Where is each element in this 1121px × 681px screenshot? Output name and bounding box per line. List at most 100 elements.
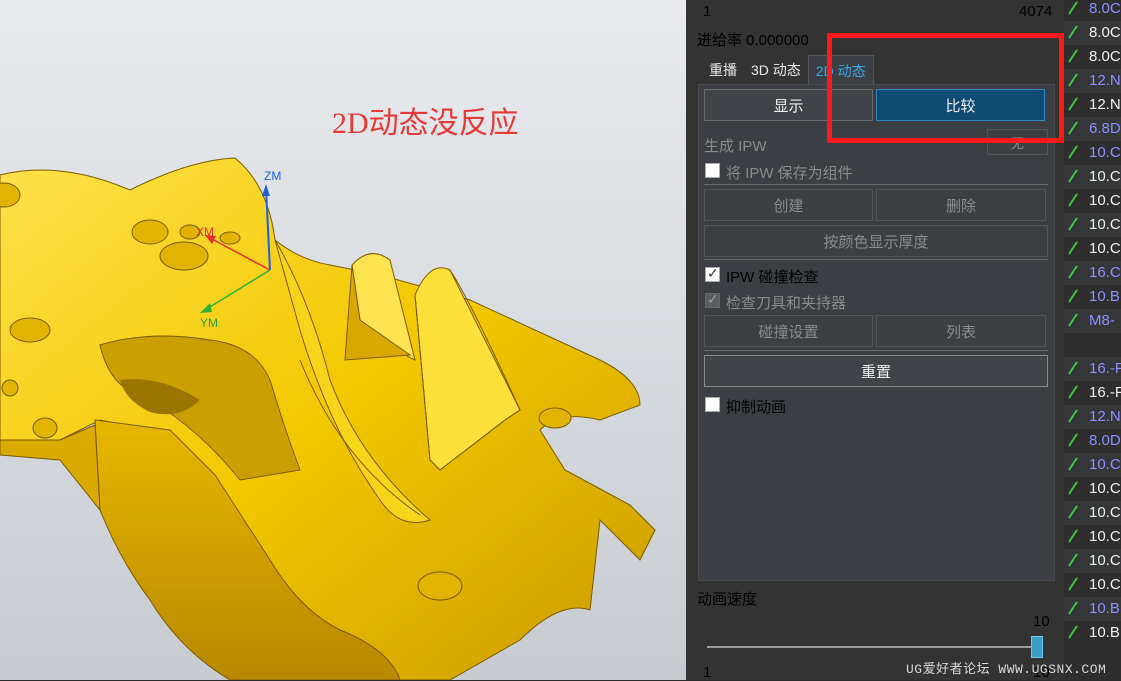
save-ipw-component-label: 将 IPW 保存为组件 [726,165,853,182]
list-item-label: 10.C [1089,240,1121,257]
slider-min-value: 1 [703,664,712,681]
check-icon [1068,481,1078,495]
list-item[interactable]: 10.C [1064,549,1121,573]
highlight-box [827,33,1064,143]
list-item[interactable]: 10.C [1064,525,1121,549]
list-item[interactable]: 10.B [1064,285,1121,309]
list-item[interactable]: 10.B [1064,621,1121,645]
list-item-label: 10.C [1089,456,1121,473]
zm-axis-label: ZM [264,169,282,183]
reset-button[interactable]: 重置 [704,355,1048,387]
list-item-label: M8- [1089,312,1115,329]
list-item-label: 12.N [1089,408,1121,425]
check-tool-holder-checkbox[interactable] [705,291,720,308]
list-item-label: 10.B [1089,600,1120,617]
tab-replay[interactable]: 重播 [702,55,744,85]
list-item[interactable]: 10.C [1064,453,1121,477]
list-item-label: 12.N [1089,96,1121,113]
thickness-by-color-button[interactable]: 按颜色显示厚度 [704,225,1048,257]
list-item[interactable]: 12.N [1064,69,1121,93]
check-icon [1068,505,1078,519]
check-icon [1068,169,1078,183]
check-icon [1068,193,1078,207]
operation-list[interactable]: 8.0C 8.0C 8.0C 12.N 12.N 6.8D 10.C 10.C 10.C 10.C… [1064,0,1121,680]
check-icon [1068,25,1078,39]
suppress-animation-checkbox[interactable] [705,397,720,412]
step-end-value: 4074 [1019,3,1053,20]
xm-axis-label: XM [196,225,214,239]
ym-axis-label: YM [200,316,218,330]
list-item[interactable]: 10.C [1064,501,1121,525]
separator [704,259,1048,260]
check-icon [1068,553,1078,567]
speed-slider-thumb[interactable] [1031,636,1043,658]
check-icon [1068,361,1078,375]
list-item[interactable]: 10.C [1064,189,1121,213]
list-item[interactable]: 10.C [1064,237,1121,261]
ipw-collision-check-label: IPW 碰撞检查 [726,269,819,286]
check-icon [1068,217,1078,231]
check-icon [1068,145,1078,159]
check-icon [1068,49,1078,63]
list-item-label: 10.C [1089,216,1121,233]
generate-ipw-label: 生成 IPW [704,138,767,155]
list-item-label: 6.8D [1089,120,1121,137]
check-icon [1068,433,1078,447]
speed-slider-track[interactable] [707,646,1037,648]
list-item[interactable]: 10.C [1064,573,1121,597]
list-item-label: 10.C [1089,480,1121,497]
list-item-label: 10.C [1089,168,1121,185]
list-item-label: 8.0C [1089,24,1121,41]
list-item[interactable]: 8.0C [1064,45,1121,69]
check-icon [1068,121,1078,135]
list-item-label: 10.C [1089,552,1121,569]
list-item[interactable]: 12.N [1064,93,1121,117]
check-icon [1068,601,1078,615]
list-item-label: 10.C [1089,504,1121,521]
list-item[interactable]: 10.C [1064,477,1121,501]
list-item[interactable]: 12.N [1064,405,1121,429]
list-item[interactable]: 10.C [1064,213,1121,237]
watermark-text: UG爱好者论坛 WWW.UGSNX.COM [906,662,1107,677]
list-item-label: 10.C [1089,192,1121,209]
list-item[interactable] [1064,333,1121,357]
list-item[interactable]: 8.0C [1064,21,1121,45]
list-item[interactable]: 10.B [1064,597,1121,621]
list-item[interactable]: 16.-F [1064,357,1121,381]
ipw-collision-check-checkbox[interactable] [705,265,720,282]
delete-button[interactable]: 删除 [876,189,1046,221]
list-item[interactable]: 10.C [1064,165,1121,189]
annotation-text: 2D动态没反应 [332,107,519,140]
list-item[interactable]: 16.-F [1064,381,1121,405]
check-icon [1068,577,1078,591]
graphics-viewport[interactable]: ZM XM YM 2D动态没反应 [0,0,686,680]
check-icon [1068,625,1078,639]
separator [704,184,1048,185]
check-icon [1068,385,1078,399]
check-icon [1068,97,1078,111]
collision-settings-button[interactable]: 碰撞设置 [704,315,873,347]
create-button[interactable]: 创建 [704,189,873,221]
check-icon [1068,409,1078,423]
list-item-label: 8.0C [1089,48,1121,65]
list-item[interactable]: 8.0C [1064,0,1121,21]
list-item[interactable]: 8.0D [1064,429,1121,453]
list-item[interactable]: 16.C [1064,261,1121,285]
check-icon [1068,289,1078,303]
check-tool-holder-label: 检查刀具和夹持器 [726,295,847,312]
list-item[interactable]: M8- [1064,309,1121,333]
save-ipw-component-checkbox[interactable] [705,163,720,178]
check-icon [1068,265,1078,279]
list-item[interactable]: 10.C [1064,141,1121,165]
feed-rate-text: 进给率 0.000000 [697,32,809,49]
check-icon [1068,529,1078,543]
check-icon [1068,457,1078,471]
list-item-label: 8.0D [1089,432,1121,449]
list-item-label: 12.N [1089,72,1121,89]
list-item[interactable]: 6.8D [1064,117,1121,141]
check-icon [1068,313,1078,327]
list-item-label: 10.C [1089,144,1121,161]
list-item-label: 16.C [1089,264,1121,281]
list-button[interactable]: 列表 [876,315,1046,347]
tab-3d-dynamic[interactable]: 3D 动态 [744,55,808,85]
